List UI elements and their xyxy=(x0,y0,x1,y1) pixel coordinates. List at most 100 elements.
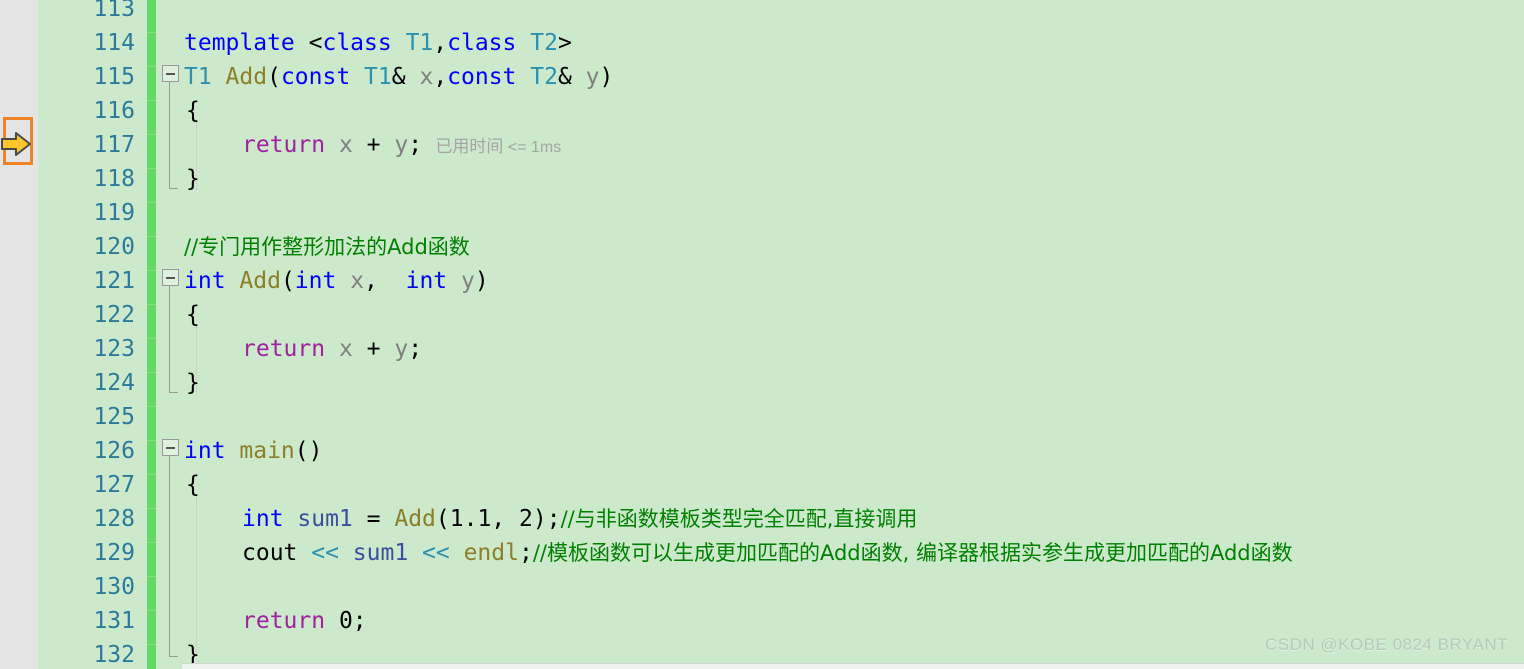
token-lparen: ( xyxy=(280,268,295,294)
token-keyword-template: template xyxy=(184,30,295,56)
line-number: 121 xyxy=(93,268,135,294)
code-line-116[interactable]: { xyxy=(186,94,200,128)
token-keyword-const-2: const xyxy=(447,64,517,90)
token-angle-close: > xyxy=(557,30,572,56)
line-number: 119 xyxy=(93,200,135,226)
line-number-gutter: 113 114 115 116 117 118 119 120 121 122 … xyxy=(38,0,147,669)
token-brace-open: { xyxy=(186,98,200,124)
code-line-128[interactable]: int sum1 = Add(1.1, 2);//与非函数模板类型完全匹配,直接… xyxy=(242,502,917,536)
line-number: 120 xyxy=(93,234,135,260)
line-number: 114 xyxy=(93,30,135,56)
token-comma: , xyxy=(364,268,406,294)
token-semicolon: ; xyxy=(408,132,423,158)
collapse-toggle-line-115[interactable] xyxy=(162,65,179,82)
token-operator-shift-1: << xyxy=(297,540,353,566)
code-line-129[interactable]: cout << sum1 << endl;//模板函数可以生成更加匹配的Add函… xyxy=(242,536,1293,570)
token-endl: endl xyxy=(463,540,519,566)
token-keyword-return: return xyxy=(242,132,326,158)
token-type-t2-param: T2 xyxy=(516,64,558,90)
elapsed-time-label: 已用时间 xyxy=(435,137,504,156)
code-line-126[interactable]: int main() xyxy=(184,434,323,468)
token-param-y: y xyxy=(447,268,475,294)
line-number: 118 xyxy=(93,166,135,192)
token-comment: //专门用作整形加法的Add函数 xyxy=(184,235,470,259)
token-operator-plus: + xyxy=(366,336,381,362)
code-line-117[interactable]: return x + y; 已用时间 <= 1ms xyxy=(242,128,561,162)
code-line-131[interactable]: return 0; xyxy=(242,604,367,638)
token-keyword-int-return: int xyxy=(184,268,226,294)
token-brace-close: } xyxy=(186,370,200,396)
token-type-t1: T1 xyxy=(391,30,434,56)
token-var-x: x xyxy=(325,336,367,362)
code-text-area[interactable]: template <class T1,class T2> T1 Add(cons… xyxy=(182,0,1524,669)
code-editor[interactable]: 113 114 115 116 117 118 119 120 121 122 … xyxy=(0,0,1524,669)
token-operator-assign: = xyxy=(352,506,395,532)
token-lparen: ( xyxy=(267,64,281,90)
line-number: 115 xyxy=(93,64,135,90)
token-param-x: x xyxy=(419,64,434,90)
code-line-114[interactable]: template <class T1,class T2> xyxy=(184,26,572,60)
outlining-margin[interactable] xyxy=(156,0,182,669)
token-stream-cout: cout xyxy=(242,540,298,566)
horizontal-scrollbar[interactable] xyxy=(182,663,1524,669)
token-function-add-call: Add xyxy=(394,506,436,532)
code-line-123[interactable]: return x + y; xyxy=(242,332,422,366)
token-number-2: 2 xyxy=(519,506,533,532)
token-comma: , xyxy=(433,64,448,90)
token-var-y: y xyxy=(380,336,409,362)
line-number: 127 xyxy=(93,472,135,498)
line-number: 117 xyxy=(93,132,135,158)
token-comment: //模板函数可以生成更加匹配的Add函数, 编译器根据实参生成更加匹配的Add函… xyxy=(532,541,1293,565)
code-line-120[interactable]: //专门用作整形加法的Add函数 xyxy=(184,230,470,264)
token-keyword-return: return xyxy=(242,608,326,634)
line-number: 131 xyxy=(93,608,135,634)
token-brace-close: } xyxy=(186,166,200,192)
token-ampersand-2: & xyxy=(557,64,586,90)
token-keyword-int: int xyxy=(184,438,226,464)
token-keyword-class-2: class xyxy=(447,30,517,56)
code-line-121[interactable]: int Add(int x, int y) xyxy=(184,264,489,298)
line-number: 132 xyxy=(93,642,135,668)
line-number: 125 xyxy=(93,404,135,430)
collapse-toggle-line-126[interactable] xyxy=(162,439,179,456)
token-keyword-const-1: const xyxy=(280,64,351,90)
token-keyword-return: return xyxy=(242,336,326,362)
indent-guide xyxy=(196,496,197,656)
code-line-115[interactable]: T1 Add(const T1& x,const T2& y) xyxy=(184,60,613,94)
token-rparen: ) xyxy=(532,506,547,532)
next-statement-arrow-icon xyxy=(1,132,31,156)
line-number: 129 xyxy=(93,540,135,566)
token-keyword-int: int xyxy=(242,506,284,532)
line-number: 123 xyxy=(93,336,135,362)
token-type-t2: T2 xyxy=(516,30,558,56)
token-rparen: ) xyxy=(599,64,614,90)
next-statement-arrow-marker[interactable] xyxy=(1,117,33,165)
token-semicolon: ; xyxy=(546,506,561,532)
token-comment: //与非函数模板类型完全匹配,直接调用 xyxy=(560,507,918,531)
token-keyword-class-1: class xyxy=(322,30,392,56)
token-brace-open: { xyxy=(186,472,200,498)
line-number: 124 xyxy=(93,370,135,396)
elapsed-time-value: <= 1ms xyxy=(507,139,562,156)
token-param-x: x xyxy=(336,268,365,294)
token-number-0: 0 xyxy=(325,608,353,634)
collapse-toggle-line-121[interactable] xyxy=(162,269,179,286)
elapsed-time-hint: 已用时间 <= 1ms xyxy=(422,137,562,156)
line-number: 130 xyxy=(93,574,135,600)
token-comma: , xyxy=(491,506,519,532)
code-line-124[interactable]: } xyxy=(186,366,200,400)
token-semicolon: ; xyxy=(518,540,533,566)
code-line-127[interactable]: { xyxy=(186,468,200,502)
token-var-x: x xyxy=(325,132,367,158)
token-function-main: main xyxy=(225,438,295,464)
line-number: 116 xyxy=(93,98,135,124)
token-number-1-1: 1.1 xyxy=(449,506,492,532)
watermark: CSDN @KOBE 0824 BRYANT xyxy=(1264,635,1508,654)
code-line-122[interactable]: { xyxy=(186,298,200,332)
token-keyword-int-param-1: int xyxy=(294,268,337,294)
code-line-118[interactable]: } xyxy=(186,162,200,196)
token-semicolon: ; xyxy=(408,336,423,362)
indicator-margin[interactable] xyxy=(0,0,38,669)
token-semicolon: ; xyxy=(352,608,367,634)
token-function-add: Add xyxy=(225,268,281,294)
